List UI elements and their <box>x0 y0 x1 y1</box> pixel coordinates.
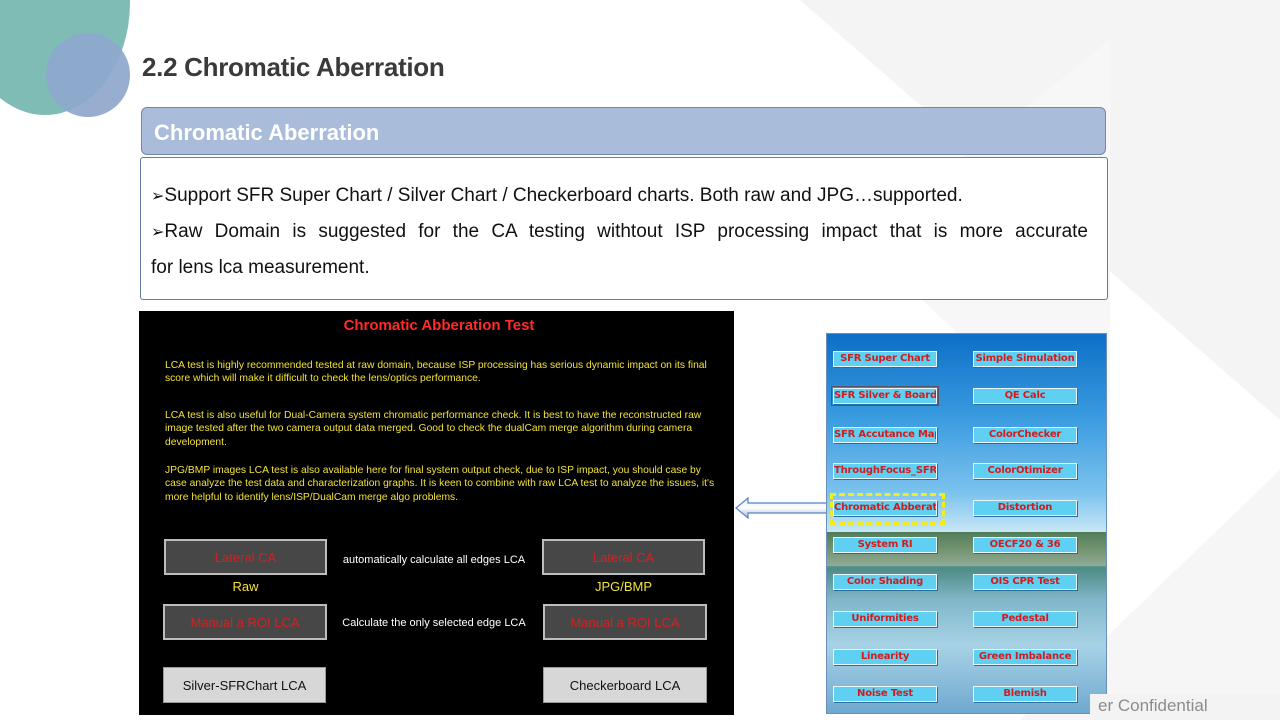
section-header: Chromatic Aberration <box>141 107 1106 155</box>
noise-test-button[interactable]: Noise Test <box>833 686 937 702</box>
decorative-circle-blue <box>46 33 130 117</box>
uniformities-button[interactable]: Uniformities <box>833 611 937 627</box>
throughfocus-sfr-button[interactable]: ThroughFocus_SFR <box>833 463 937 479</box>
colorchecker-button[interactable]: ColorChecker <box>973 427 1077 443</box>
section-header-label: Chromatic Aberration <box>154 120 380 145</box>
sfr-silver-boards-button[interactable]: SFR Silver & Boards <box>831 386 939 406</box>
test-launcher-panel: SFR Super Chart SFR Silver & Boards SFR … <box>826 333 1107 714</box>
system-ri-button[interactable]: System RI <box>833 537 937 553</box>
color-shading-button[interactable]: Color Shading <box>833 574 937 590</box>
lateral-ca-jpg-button[interactable]: Lateral CA <box>542 539 705 575</box>
ca-description-raw: LCA test is highly recommended tested at… <box>165 360 707 385</box>
simple-simulation-button[interactable]: Simple Simulation <box>973 351 1077 367</box>
bullet-item: ➢Raw Domain is suggested for the CA test… <box>151 221 1088 242</box>
ca-test-title: Chromatic Abberation Test <box>343 317 535 334</box>
oecf-button[interactable]: OECF20 & 36 <box>973 537 1077 553</box>
qe-calc-button[interactable]: QE Calc <box>973 388 1077 404</box>
bullet-arrow-icon: ➢ <box>151 188 165 205</box>
slide-title: 2.2 Chromatic Aberration <box>142 52 445 82</box>
colorotimizer-button[interactable]: ColorOtimizer <box>973 463 1077 479</box>
footer-confidential-text: er Confidential <box>1098 696 1208 715</box>
selected-edge-label: Calculate the only selected edge LCA <box>342 617 526 629</box>
bullet-arrow-icon: ➢ <box>151 224 165 241</box>
auto-calc-label: automatically calculate all edges LCA <box>342 554 526 566</box>
ois-cpr-test-button[interactable]: OIS CPR Test <box>973 574 1077 590</box>
lateral-ca-raw-button[interactable]: Lateral CA <box>164 539 327 575</box>
bullet-item-continuation: for lens lca measurement. <box>151 257 370 278</box>
sfr-accutance-map-button[interactable]: SFR Accutance Map <box>833 427 937 443</box>
ca-test-panel: Chromatic Abberation Test LCA test is hi… <box>139 311 734 715</box>
ca-description-jpg: JPG/BMP images LCA test is also availabl… <box>165 465 715 503</box>
footer-confidential: er Confidential <box>1090 694 1280 720</box>
blemish-button[interactable]: Blemish <box>973 686 1077 702</box>
sfr-super-chart-button[interactable]: SFR Super Chart <box>833 351 937 367</box>
manual-roi-lca-jpg-button[interactable]: Manual a ROI LCA <box>543 604 707 640</box>
green-imbalance-button[interactable]: Green Imbalance <box>973 649 1077 665</box>
checkerboard-lca-button[interactable]: Checkerboard LCA <box>543 667 707 703</box>
raw-caption: Raw <box>232 579 259 594</box>
bullet-box: ➢Support SFR Super Chart / Silver Chart … <box>140 157 1108 300</box>
manual-roi-lca-raw-button[interactable]: Manual a ROI LCA <box>163 604 327 640</box>
pedestal-button[interactable]: Pedestal <box>973 611 1077 627</box>
silver-sfrchart-lca-button[interactable]: Silver-SFRChart LCA <box>163 667 326 703</box>
chromatic-abberation-button[interactable]: Chromatic Abberation <box>833 500 937 516</box>
jpg-bmp-caption: JPG/BMP <box>594 579 653 594</box>
linearity-button[interactable]: Linearity <box>833 649 937 665</box>
distortion-button[interactable]: Distortion <box>973 500 1077 516</box>
left-arrow-icon <box>735 496 829 520</box>
ca-description-dualcam: LCA test is also useful for Dual-Camera … <box>165 410 702 448</box>
bullet-item: ➢Support SFR Super Chart / Silver Chart … <box>151 185 963 206</box>
